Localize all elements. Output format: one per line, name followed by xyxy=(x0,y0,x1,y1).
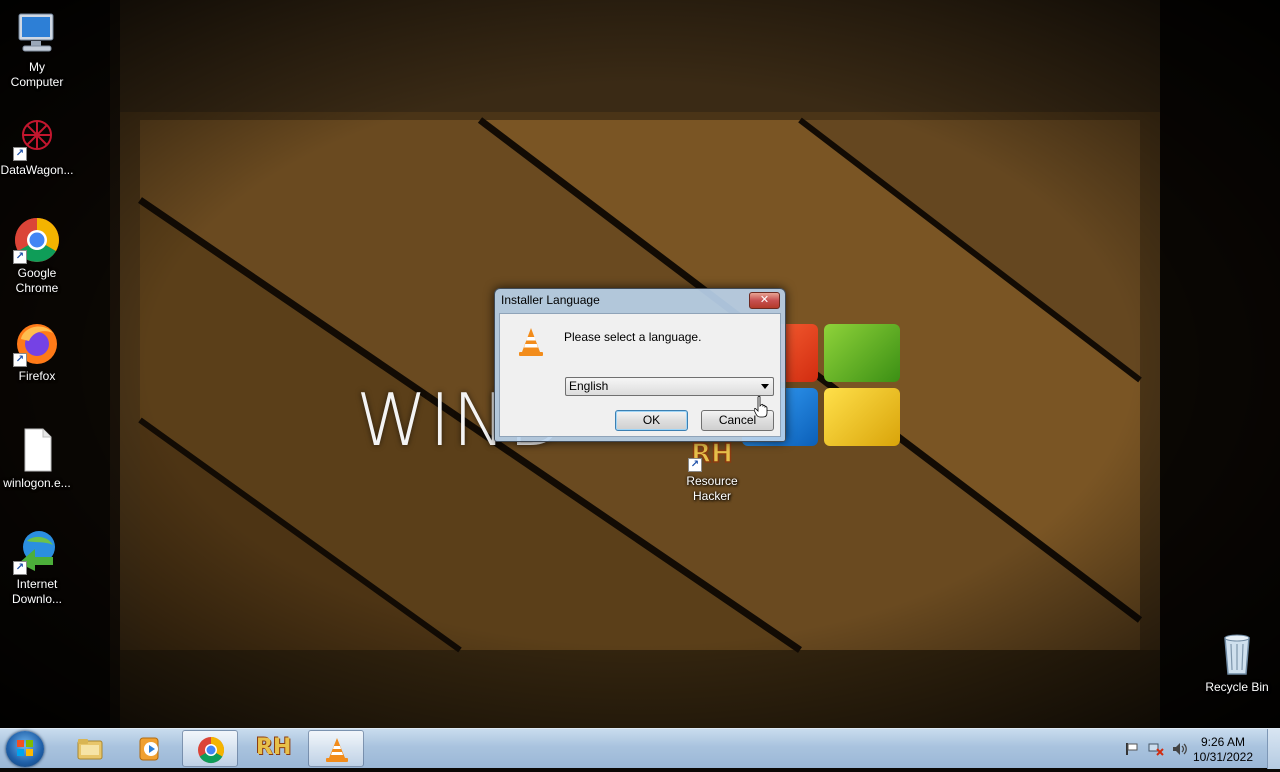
recycle-bin-icon[interactable]: Recycle Bin xyxy=(1200,630,1274,695)
clock-date[interactable]: 10/31/2022 xyxy=(1186,750,1260,764)
blank-file-icon xyxy=(13,426,61,474)
dialog-body: Please select a language. English OK Can… xyxy=(499,313,781,437)
recycle-bin-label: Recycle Bin xyxy=(1205,680,1269,694)
dialog-title: Installer Language xyxy=(501,293,600,307)
ok-button[interactable]: OK xyxy=(615,410,688,431)
network-disconnected-icon[interactable] xyxy=(1148,742,1164,756)
firefox-logo-icon: ↗ xyxy=(13,319,61,367)
resource-hacker-label: Resource Hacker xyxy=(686,474,738,503)
dialog-message: Please select a language. xyxy=(564,330,702,344)
desktop: WIND My Computer ↗ DataWagon... ↗ Google… xyxy=(0,0,1280,728)
rh-logo-icon: RH xyxy=(256,735,292,760)
hand-cursor-icon xyxy=(754,396,768,418)
taskbar: RH 9:26 AM 10/31/2022 xyxy=(0,728,1280,769)
idm-globe-icon: ↗ xyxy=(13,527,61,575)
google-chrome-icon[interactable]: ↗ Google Chrome xyxy=(0,216,74,296)
start-button[interactable] xyxy=(6,731,44,767)
language-selected-value: English xyxy=(569,379,609,393)
shortcut-arrow-icon: ↗ xyxy=(13,561,27,575)
shortcut-arrow-icon: ↗ xyxy=(688,458,702,472)
close-icon: ✕ xyxy=(759,294,770,306)
show-desktop-button[interactable] xyxy=(1267,729,1280,769)
shortcut-arrow-icon: ↗ xyxy=(13,353,27,367)
vlc-cone-icon xyxy=(326,738,348,762)
firefox-icon[interactable]: ↗ Firefox xyxy=(0,319,74,384)
trash-icon xyxy=(1213,630,1261,678)
chevron-down-icon xyxy=(761,384,769,389)
internet-download-manager-icon[interactable]: ↗ Internet Downlo... xyxy=(0,527,74,607)
shortcut-arrow-icon: ↗ xyxy=(13,250,27,264)
datawagon-label: DataWagon... xyxy=(0,163,74,177)
windows-flag-icon xyxy=(17,740,33,756)
taskbar-explorer-button[interactable] xyxy=(62,730,118,767)
vlc-cone-icon xyxy=(519,328,543,356)
taskbar-vlc-installer-button[interactable] xyxy=(308,730,364,767)
folder-icon xyxy=(77,739,103,760)
datawagon-icon[interactable]: ↗ DataWagon... xyxy=(0,113,74,178)
chrome-logo-icon xyxy=(198,736,225,764)
close-button[interactable]: ✕ xyxy=(749,292,780,309)
google-chrome-label: Google Chrome xyxy=(15,266,59,295)
taskbar-resource-hacker-button[interactable]: RH xyxy=(246,730,302,767)
language-dropdown[interactable]: English xyxy=(565,377,774,396)
media-player-icon xyxy=(139,737,159,761)
action-center-flag-icon[interactable] xyxy=(1124,742,1140,756)
winlogon-icon[interactable]: winlogon.e... xyxy=(0,426,74,491)
my-computer-label: My Computer xyxy=(10,60,64,89)
taskbar-media-player-button[interactable] xyxy=(122,730,178,767)
firefox-label: Firefox xyxy=(18,369,56,383)
clock-time[interactable]: 9:26 AM xyxy=(1186,735,1260,749)
installer-language-dialog: Installer Language ✕ Please select a lan… xyxy=(494,288,786,442)
shortcut-arrow-icon: ↗ xyxy=(13,147,27,161)
taskbar-chrome-button[interactable] xyxy=(182,730,238,767)
computer-icon xyxy=(13,10,61,58)
chrome-logo-icon: ↗ xyxy=(13,216,61,264)
winlogon-label: winlogon.e... xyxy=(3,476,71,490)
my-computer-icon[interactable]: My Computer xyxy=(0,10,74,90)
datawagon-logo-icon: ↗ xyxy=(13,113,61,161)
internet-download-manager-label: Internet Downlo... xyxy=(11,577,63,606)
